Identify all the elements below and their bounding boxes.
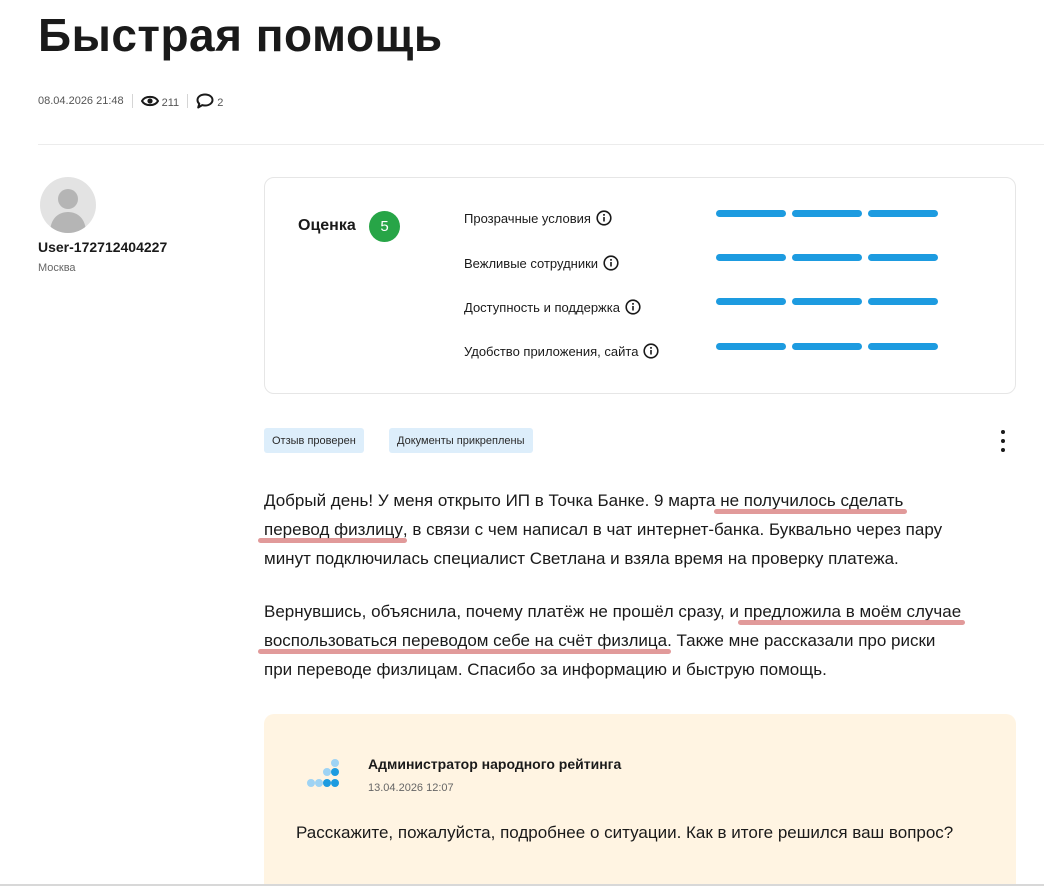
rating-bar-segment	[792, 254, 862, 261]
criterion-polite-staff: Вежливые сотрудники	[464, 255, 619, 271]
meta-divider	[187, 94, 189, 108]
highlighted-text: воспользоваться переводом себе на счёт ф…	[264, 631, 668, 650]
rating-card: Оценка 5 Прозрачные условия Вежливые сот…	[264, 177, 1016, 394]
highlighted-text: предложила в моём случае	[743, 602, 962, 621]
avatar[interactable]	[40, 177, 96, 233]
criterion-label: Доступность и поддержка	[464, 299, 620, 315]
score-badge: 5	[369, 211, 400, 242]
review-line: минут подключилась специалист Светлана и…	[264, 549, 899, 568]
rating-bar-segment	[868, 298, 938, 305]
admin-name[interactable]: Администратор народного рейтинга	[368, 756, 621, 772]
rating-bars	[716, 210, 938, 217]
highlighted-text: не получилось сделать	[720, 491, 904, 510]
review-meta: 08.04.2026 21:48 211 2	[38, 91, 223, 111]
eye-icon	[140, 95, 159, 107]
review-line: воспользоваться переводом себе на счёт ф…	[264, 626, 1024, 655]
criterion-label: Прозрачные условия	[464, 210, 591, 226]
comments-count[interactable]: 2	[217, 97, 223, 109]
rating-bar-segment	[792, 210, 862, 217]
review-text: . Также мне рассказали про риски	[667, 631, 936, 650]
rating-bars	[716, 254, 938, 261]
criterion-label: Удобство приложения, сайта	[464, 343, 639, 359]
rating-bar-segment	[716, 343, 786, 350]
info-icon[interactable]	[643, 343, 660, 359]
highlighted-text: перевод физлицу	[264, 520, 403, 539]
review-line: перевод физлицу, в связи с чем написал в…	[264, 515, 1024, 544]
more-options-icon[interactable]	[997, 428, 1009, 454]
tag-documents-attached[interactable]: Документы прикреплены	[389, 428, 533, 453]
rating-bar-segment	[716, 210, 786, 217]
user-silhouette-icon	[50, 189, 86, 233]
rating-bar-segment	[868, 254, 938, 261]
review-line: Добрый день! У меня открыто ИП в Точка Б…	[264, 486, 1024, 515]
criterion-app-website: Удобство приложения, сайта	[464, 343, 660, 359]
admin-reply-card: Администратор народного рейтинга 13.04.2…	[264, 714, 1016, 886]
criterion-transparent-terms: Прозрачные условия	[464, 210, 612, 226]
rating-bar-segment	[792, 298, 862, 305]
review-paragraph-1: Добрый день! У меня открыто ИП в Точка Б…	[264, 486, 1024, 573]
review-paragraph-2: Вернувшись, объяснила, почему платёж не …	[264, 597, 1024, 684]
author-city: Москва	[38, 262, 76, 274]
header-divider	[38, 144, 1044, 145]
review-text: Добрый день! У меня открыто ИП в Точка Б…	[264, 491, 721, 510]
comment-icon[interactable]	[196, 93, 214, 109]
tag-verified[interactable]: Отзыв проверен	[264, 428, 364, 453]
admin-reply-text: Расскажите, пожалуйста, подробнее о ситу…	[296, 823, 954, 842]
info-icon[interactable]	[625, 299, 641, 315]
rating-bars	[716, 298, 938, 305]
rating-bar-segment	[868, 343, 938, 350]
rating-bars	[716, 343, 938, 350]
rating-bar-segment	[868, 210, 938, 217]
author-name[interactable]: User-172712404227	[38, 239, 167, 255]
review-line: Вернувшись, объяснила, почему платёж не …	[264, 597, 1024, 626]
info-icon[interactable]	[596, 210, 612, 226]
review-text: , в связи с чем написал в чат интернет-б…	[402, 520, 943, 539]
meta-divider	[131, 94, 133, 108]
rating-bar-segment	[792, 343, 862, 350]
review-line: при переводе физлицам. Спасибо за информ…	[264, 660, 827, 679]
criterion-label: Вежливые сотрудники	[464, 255, 599, 271]
rating-bar-segment	[716, 254, 786, 261]
rating-bar-segment	[716, 298, 786, 305]
criterion-availability-support: Доступность и поддержка	[464, 299, 641, 315]
page-title: Быстрая помощь	[38, 9, 443, 61]
rating-label: Оценка	[298, 217, 356, 234]
info-icon[interactable]	[603, 255, 619, 271]
views-count: 211	[161, 97, 180, 109]
review-text: Вернувшись, объяснила, почему платёж не …	[264, 602, 744, 621]
admin-reply-date: 13.04.2026 12:07	[368, 782, 454, 794]
review-date: 08.04.2026 21:48	[38, 95, 124, 107]
rating-logo-icon	[307, 758, 343, 790]
